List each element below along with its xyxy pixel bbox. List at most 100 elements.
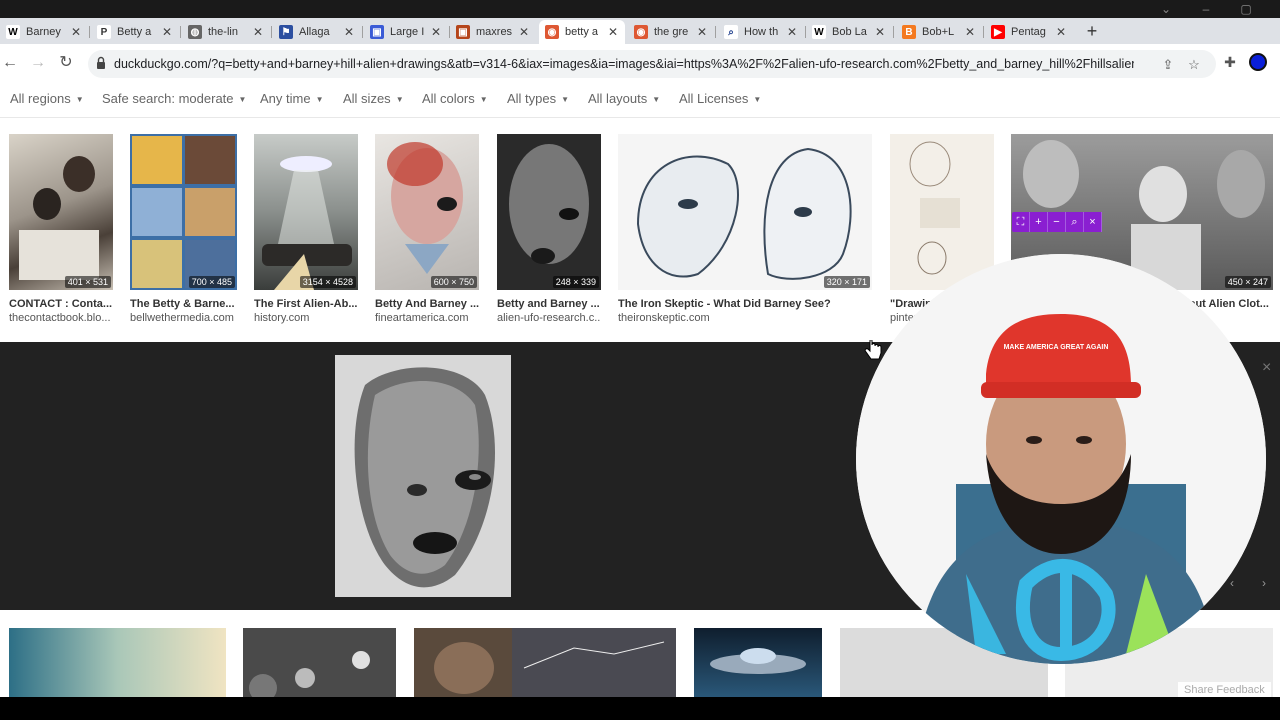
result-title-6[interactable]: The Iron Skeptic - What Did Barney See?	[618, 298, 872, 310]
tab-close-icon[interactable]: ✕	[161, 25, 173, 39]
tab-7[interactable]: ◉ betty a ✕	[539, 20, 625, 44]
filter-types[interactable]: All types ▼	[507, 91, 569, 106]
tab-close-icon[interactable]: ✕	[252, 25, 264, 39]
filter-safe-search[interactable]: Safe search: moderate ▼	[102, 91, 246, 106]
result-image-3[interactable]: 3154 × 4528	[254, 134, 358, 290]
result-image-1[interactable]: 401 × 531	[9, 134, 113, 290]
tab-close-icon[interactable]: ✕	[518, 25, 530, 39]
tab-4[interactable]: ⚑ Allaga ✕	[273, 20, 361, 44]
filter-licenses[interactable]: All Licenses ▼	[679, 91, 761, 106]
tab-favicon-icon: B	[902, 25, 916, 39]
filter-regions[interactable]: All regions ▼	[10, 91, 84, 106]
bookmark-star-icon[interactable]: ☆	[1186, 57, 1202, 73]
alien-sketch-image	[509, 144, 589, 264]
result-image-10[interactable]	[243, 628, 396, 700]
tab-favicon-icon: P	[97, 25, 111, 39]
result-title-2[interactable]: The Betty & Barne...	[130, 298, 240, 310]
tab-title: Betty a	[117, 26, 152, 38]
result-image-2[interactable]: 700 × 485	[130, 134, 237, 290]
tab-strip: ⌄ – ▢ W Barney ✕ P Betty a ✕ ◍ the-lin ✕ ⚑ Allaga ✕…	[0, 0, 1280, 44]
result-image-6[interactable]: 320 × 171	[618, 134, 872, 290]
tab-favicon-icon: W	[812, 25, 826, 39]
result-source-1[interactable]: thecontactbook.blo...	[9, 312, 115, 324]
tab-1[interactable]: W Barney ✕	[0, 20, 88, 44]
result-image-7[interactable]	[890, 134, 994, 290]
new-tab-button[interactable]: +	[1083, 22, 1101, 40]
close-icon[interactable]: ×	[1084, 212, 1102, 232]
tab-favicon-icon: ▣	[456, 25, 470, 39]
overlay-toolbar: ⛶ + − ⌕ ×	[1012, 212, 1102, 232]
search-filters: All regions ▼ Safe search: moderate ▼ Any …	[0, 82, 1280, 118]
share-icon[interactable]: ⇪	[1160, 57, 1176, 73]
minus-icon[interactable]: −	[1048, 212, 1066, 232]
profile-avatar[interactable]	[1249, 53, 1267, 71]
chevron-down-icon: ▼	[315, 95, 324, 105]
tab-close-icon[interactable]: ✕	[964, 25, 976, 39]
back-button[interactable]: ←	[0, 53, 20, 73]
tab-close-icon[interactable]: ✕	[786, 25, 798, 39]
tab-6[interactable]: ▣ maxres ✕	[450, 20, 536, 44]
filter-sizes[interactable]: All sizes ▼	[343, 91, 404, 106]
result-source-4[interactable]: fineartamerica.com	[375, 312, 481, 324]
tab-close-icon[interactable]: ✕	[874, 25, 886, 39]
filter-time[interactable]: Any time ▼	[260, 91, 324, 106]
tab-8[interactable]: ◉ the gre ✕	[628, 20, 714, 44]
image-dimensions: 320 × 171	[823, 276, 870, 288]
tab-5[interactable]: ▣ Large I ✕	[364, 20, 448, 44]
result-title-1[interactable]: CONTACT : Conta...	[9, 298, 115, 310]
hand-cursor-icon	[864, 340, 882, 360]
result-image-11[interactable]	[414, 628, 676, 700]
tab-2[interactable]: P Betty a ✕	[91, 20, 179, 44]
filter-colors[interactable]: All colors ▼	[422, 91, 488, 106]
result-image-9[interactable]	[9, 628, 226, 700]
tab-close-icon[interactable]: ✕	[696, 25, 708, 39]
result-source-6[interactable]: theironskeptic.com	[618, 312, 872, 324]
filter-layouts[interactable]: All layouts ▼	[588, 91, 660, 106]
chevron-down-icon: ▼	[561, 95, 570, 105]
maximize-icon[interactable]: ▢	[1226, 0, 1266, 18]
tab-separator	[893, 26, 894, 38]
tab-close-icon[interactable]: ✕	[70, 25, 82, 39]
title-bar	[0, 0, 1280, 18]
result-source-2[interactable]: bellwethermedia.com	[130, 312, 240, 324]
close-preview-button[interactable]: ×	[1262, 359, 1271, 377]
image-dimensions: 450 × 247	[1224, 276, 1271, 288]
webcam-overlay: MAKE AMERICA GREAT AGAIN	[856, 254, 1266, 664]
preview-image[interactable]	[335, 355, 511, 597]
minimize-icon[interactable]: –	[1186, 0, 1226, 18]
tab-title: How th	[744, 26, 779, 38]
url-text: duckduckgo.com/?q=betty+and+barney+hill+…	[114, 57, 1134, 71]
tab-9[interactable]: ⌕ How th ✕	[718, 20, 804, 44]
chevron-down-icon: ▼	[395, 95, 404, 105]
tab-title: Allaga	[299, 26, 330, 38]
result-image-5[interactable]: 248 × 339	[497, 134, 601, 290]
tab-3[interactable]: ◍ the-lin ✕	[182, 20, 270, 44]
address-bar[interactable]: duckduckgo.com/?q=betty+and+barney+hill+…	[88, 50, 1216, 78]
reload-button[interactable]: ↻	[56, 53, 76, 73]
tab-favicon-icon: ⚑	[279, 25, 293, 39]
select-icon[interactable]: ⛶	[1012, 212, 1030, 232]
result-source-3[interactable]: history.com	[254, 312, 360, 324]
share-feedback-button[interactable]: Share Feedback	[1178, 682, 1271, 698]
plus-icon[interactable]: +	[1030, 212, 1048, 232]
tab-close-icon[interactable]: ✕	[607, 25, 619, 39]
alien-painting-image	[387, 142, 463, 274]
result-title-5[interactable]: Betty and Barney ...	[497, 298, 601, 310]
result-title-4[interactable]: Betty And Barney ...	[375, 298, 481, 310]
tab-close-icon[interactable]: ✕	[430, 25, 442, 39]
result-source-5[interactable]: alien-ufo-research.c...	[497, 312, 601, 324]
tab-11[interactable]: B Bob+L ✕	[896, 20, 982, 44]
tab-10[interactable]: W Bob La ✕	[806, 20, 892, 44]
forward-button[interactable]: →	[28, 53, 48, 73]
result-title-3[interactable]: The First Alien-Ab...	[254, 298, 360, 310]
tab-close-icon[interactable]: ✕	[343, 25, 355, 39]
tab-search-icon[interactable]: ⌄	[1146, 0, 1186, 18]
lock-icon	[97, 56, 105, 69]
result-image-4[interactable]: 600 × 750	[375, 134, 479, 290]
tab-close-icon[interactable]: ✕	[1055, 25, 1067, 39]
result-image-12[interactable]	[694, 628, 822, 700]
zoom-icon[interactable]: ⌕	[1066, 212, 1084, 232]
tab-12[interactable]: ▶ Pentag ✕	[985, 20, 1073, 44]
next-image-button[interactable]: ›	[1254, 573, 1274, 593]
extensions-puzzle-icon[interactable]: ✚	[1222, 54, 1238, 70]
